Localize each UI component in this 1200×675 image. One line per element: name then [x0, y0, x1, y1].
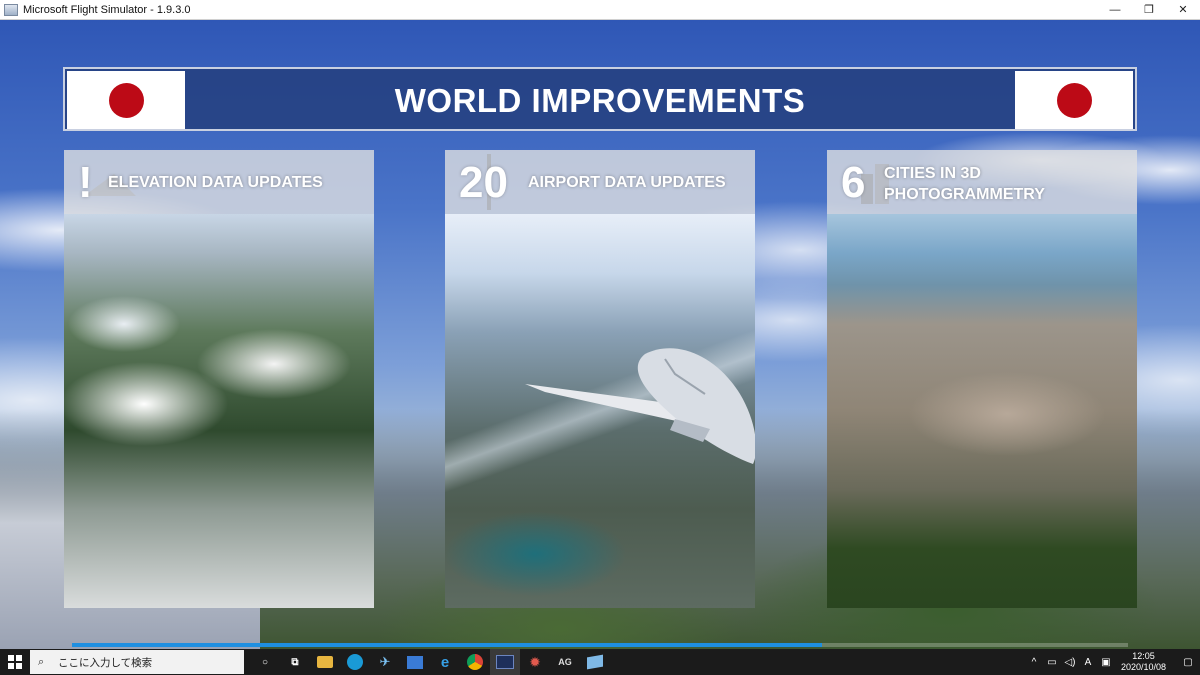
ime-mode-icon[interactable]: ▣	[1099, 657, 1113, 668]
flight-simulator-icon	[496, 655, 514, 669]
task-view-button[interactable]: ⧉	[280, 649, 310, 675]
flight-app-button[interactable]: ✈	[370, 649, 400, 675]
ag-icon: AG	[558, 657, 572, 667]
gear-app-button[interactable]: ✹	[520, 649, 550, 675]
windows-icon	[8, 655, 22, 669]
airport-river-image	[445, 214, 755, 608]
window-title: Microsoft Flight Simulator - 1.9.3.0	[23, 3, 191, 16]
gear-app-icon: ✹	[529, 653, 541, 670]
card-number: 20	[459, 158, 508, 207]
flight-app-icon: ✈	[379, 654, 391, 669]
sky-background: WORLD IMPROVEMENTS ! ELEVATION DATA UPDA…	[0, 20, 1200, 649]
task-view-icon: ⧉	[291, 656, 299, 668]
network-icon[interactable]: ▭	[1045, 657, 1059, 668]
clock-date: 2020/10/08	[1120, 662, 1166, 672]
card-header: ! ELEVATION DATA UPDATES	[64, 150, 374, 214]
window-controls: — ❐ ✕	[1098, 0, 1200, 19]
flight-simulator-button[interactable]	[490, 649, 520, 675]
card-airport: 20 AIRPORT DATA UPDATES	[445, 150, 755, 608]
card-label-line: CITIES IN 3D	[884, 165, 981, 182]
airplane-image	[525, 348, 755, 464]
cortana-button[interactable]: ○	[250, 649, 280, 675]
banner-title: WORLD IMPROVEMENTS	[394, 82, 806, 119]
system-tray: ^ ▭ ◁) A ▣ 12:05 2020/10/08 ▢	[1025, 649, 1200, 675]
app-cube-icon	[587, 654, 603, 670]
world-improvements-banner: WORLD IMPROVEMENTS	[63, 67, 1137, 131]
clock-time: 12:05	[1132, 651, 1155, 661]
search-placeholder: ここに入力して検索	[58, 656, 153, 669]
chrome-button[interactable]	[460, 649, 490, 675]
close-button[interactable]: ✕	[1166, 0, 1200, 19]
taskbar-search-box[interactable]: ⌕ ここに入力して検索	[30, 650, 244, 674]
card-header: 6 CITIES IN 3D PHOTOGRAMMETRY	[827, 150, 1137, 214]
notification-icon[interactable]: ▢	[1176, 657, 1200, 668]
taskbar: ⌕ ここに入力して検索 ○ ⧉ ✈ e ✹ AG ^ ▭ ◁) A ▣ 12:0…	[0, 649, 1200, 675]
snowy-mountain-image	[64, 214, 374, 608]
card-number: 6	[841, 158, 866, 207]
ime-indicator[interactable]: A	[1081, 657, 1095, 668]
edge-button[interactable]	[340, 649, 370, 675]
chrome-icon	[467, 654, 483, 670]
ie-button[interactable]: e	[430, 649, 460, 675]
volume-icon[interactable]: ◁)	[1063, 657, 1077, 668]
card-cities: 6 CITIES IN 3D PHOTOGRAMMETRY	[827, 150, 1137, 608]
loading-progress-bar	[72, 643, 1128, 647]
store-button[interactable]	[400, 649, 430, 675]
maximize-button[interactable]: ❐	[1132, 0, 1166, 19]
flag-disc	[1056, 82, 1092, 118]
loading-progress-fill	[72, 643, 822, 647]
edge-icon	[347, 654, 363, 670]
card-header: 20 AIRPORT DATA UPDATES	[445, 150, 755, 214]
card-label-line: PHOTOGRAMMETRY	[884, 186, 1045, 203]
taskbar-clock[interactable]: 12:05 2020/10/08	[1121, 651, 1166, 673]
app-cube-button[interactable]	[580, 649, 610, 675]
taskbar-apps: ○ ⧉ ✈ e ✹ AG	[250, 649, 610, 675]
card-label: AIRPORT DATA UPDATES	[528, 174, 726, 191]
app-window-icon	[4, 3, 18, 16]
card-elevation: ! ELEVATION DATA UPDATES	[64, 150, 374, 608]
file-explorer-button[interactable]	[310, 649, 340, 675]
minimize-button[interactable]: —	[1098, 0, 1132, 19]
city-photogrammetry-image	[827, 214, 1137, 608]
store-icon	[407, 655, 423, 669]
card-label: ELEVATION DATA UPDATES	[108, 174, 323, 191]
file-explorer-icon	[317, 656, 333, 668]
search-icon: ⌕	[38, 655, 45, 668]
start-button[interactable]	[0, 649, 30, 675]
chevron-up-icon[interactable]: ^	[1027, 657, 1041, 668]
ag-button[interactable]: AG	[550, 649, 580, 675]
card-label: CITIES IN 3D PHOTOGRAMMETRY	[884, 163, 1045, 205]
japan-flag-right	[1015, 71, 1133, 129]
ie-icon: e	[440, 653, 450, 671]
cortana-icon: ○	[261, 656, 269, 668]
title-bar: Microsoft Flight Simulator - 1.9.3.0 — ❐…	[0, 0, 1200, 20]
card-number: !	[78, 158, 93, 207]
